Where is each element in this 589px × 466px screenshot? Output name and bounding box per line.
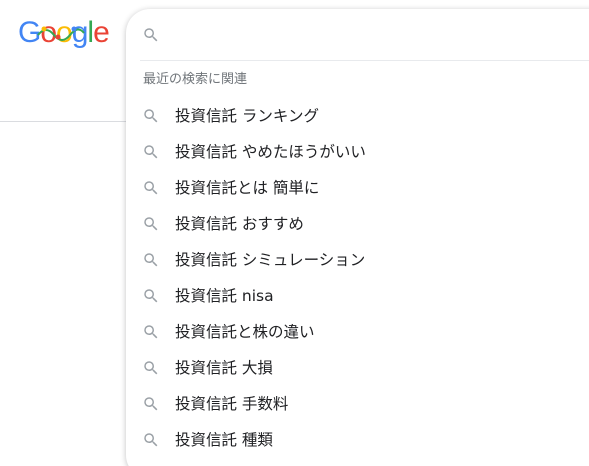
suggestion-text: 投資信託 やめたほうがいい — [175, 143, 366, 161]
suggestion-item[interactable]: 投資信託 ランキング — [126, 98, 589, 134]
suggestion-item[interactable]: 投資信託 おすすめ — [126, 206, 589, 242]
search-icon — [144, 361, 158, 375]
suggestion-item[interactable]: 投資信託 nisa — [126, 278, 589, 314]
search-icon — [144, 145, 158, 159]
suggestion-item[interactable]: 投資信託 種類 — [126, 422, 589, 458]
suggestion-list: 投資信託 ランキング 投資信託 やめたほうがいい 投資信託とは 簡単に 投資信託… — [126, 98, 589, 458]
search-divider — [140, 60, 589, 61]
search-icon — [144, 289, 158, 303]
search-icon — [144, 28, 158, 42]
doodle-decoration-icon — [37, 26, 85, 41]
suggestion-text: 投資信託 ランキング — [175, 107, 319, 125]
suggestion-item[interactable]: 投資信託 手数料 — [126, 386, 589, 422]
page: Google 最近の検索に関連 投資信託 ランキング 投資信託 やめたほうがいい… — [0, 0, 589, 466]
suggestion-text: 投資信託 大損 — [175, 359, 273, 377]
suggestion-item[interactable]: 投資信託とは 簡単に — [126, 170, 589, 206]
google-doodle-logo[interactable]: Google — [18, 13, 110, 53]
suggestion-item[interactable]: 投資信託 やめたほうがいい — [126, 134, 589, 170]
suggestion-item[interactable]: 投資信託 シミュレーション — [126, 242, 589, 278]
logo-letter: e — [93, 16, 110, 49]
search-icon — [144, 325, 158, 339]
suggestion-text: 投資信託 種類 — [175, 431, 273, 449]
suggestion-text: 投資信託 おすすめ — [175, 215, 304, 233]
search-icon — [144, 217, 158, 231]
search-suggestions-panel: 最近の検索に関連 投資信託 ランキング 投資信託 やめたほうがいい 投資信託とは… — [126, 9, 589, 466]
suggestion-item[interactable]: 投資信託と株の違い — [126, 314, 589, 350]
search-box[interactable] — [126, 9, 589, 59]
suggestion-text: 投資信託 nisa — [175, 287, 274, 305]
search-icon — [144, 433, 158, 447]
suggestion-text: 投資信託と株の違い — [175, 323, 315, 341]
suggestion-text: 投資信託とは 簡単に — [175, 179, 320, 197]
search-icon — [144, 253, 158, 267]
search-icon — [144, 181, 158, 195]
search-icon — [144, 397, 158, 411]
suggestion-item[interactable]: 投資信託 大損 — [126, 350, 589, 386]
suggestions-section-title: 最近の検索に関連 — [143, 72, 248, 87]
suggestion-text: 投資信託 手数料 — [175, 395, 289, 413]
search-input[interactable] — [170, 19, 574, 51]
search-icon — [144, 109, 158, 123]
suggestion-text: 投資信託 シミュレーション — [175, 251, 366, 269]
